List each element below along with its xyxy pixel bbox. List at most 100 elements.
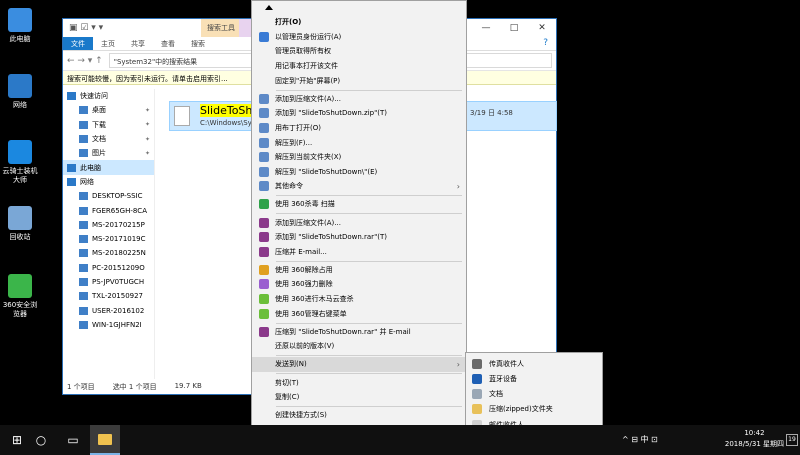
nav-item[interactable]: 图片 ✦ [63,146,154,160]
send-to-item[interactable]: 压缩(zipped)文件夹 [466,402,602,417]
nav-item[interactable]: 文档 ✦ [63,132,154,146]
menu-separator [276,355,462,357]
send-to-item-label: 蓝牙设备 [489,374,517,383]
file-path: C:\Windows\Sy [200,119,252,127]
nav-item[interactable]: MS-20180225N [63,246,154,260]
nav-item[interactable]: TXL-20150927 [63,289,154,303]
clock-time: 10:42 [744,429,765,437]
menu-separator [276,89,462,91]
context-menu-item[interactable]: 打开(O) [252,15,466,30]
context-menu-item[interactable]: 添加到压缩文件(A)... [252,215,466,230]
nav-item[interactable]: 下载 ✦ [63,118,154,132]
nav-item[interactable]: MS-20170215P [63,218,154,232]
tab-file[interactable]: 文件 [63,37,93,50]
nav-arrows-icon[interactable]: ← → ▾ ↑ [67,56,103,66]
close-button[interactable]: ✕ [528,19,556,37]
navigation-pane: 快速访问 桌面 ✦ 下载 ✦ 文档 ✦ 图片 ✦ 此电脑 网络 DESKTOP-SSIC FGER65G… [63,89,155,379]
context-menu-item[interactable]: 使用 360解除占用 [252,263,466,278]
send-to-item[interactable]: 蓝牙设备 [466,371,602,386]
nav-item[interactable]: 快速访问 [63,89,154,103]
context-menu-item[interactable]: 剪切(T) [252,375,466,390]
desktop-app-icon [8,8,32,32]
tab-view[interactable]: 查看 [153,37,183,50]
tab-home[interactable]: 主页 [93,37,123,50]
desktop-icon[interactable]: 网络 [0,74,40,110]
context-menu-item[interactable]: 管理员取得所有权 [252,44,466,59]
context-menu-item[interactable]: 压缩并 E-mail... [252,245,466,260]
nav-item[interactable]: USER-2016102 [63,303,154,317]
context-menu-item[interactable]: 使用 360强力删除 [252,277,466,292]
nav-item-label: USER-2016102 [92,306,145,315]
taskbar-explorer-button[interactable] [90,425,120,455]
context-menu-item[interactable]: 压缩到 "SlideToShutDown.rar" 并 E-mail [252,325,466,340]
tab-search[interactable]: 搜索 [183,37,213,50]
maximize-button[interactable]: □ [500,19,528,37]
pin-icon[interactable]: ✦ [145,107,150,114]
blank-icon [259,61,269,71]
context-menu-item[interactable]: 其他命令 › [252,179,466,194]
nav-item[interactable]: PS-JPV0TUGCH [63,275,154,289]
pin-icon[interactable]: ✦ [145,121,150,128]
system-tray[interactable]: ^ ⊟ 中 ⊡ [622,425,658,455]
context-menu-item[interactable]: 用记事本打开该文件 [252,59,466,74]
context-menu-item[interactable]: 使用 360管理右键菜单 [252,306,466,321]
nav-item[interactable]: PC-20151209O [63,261,154,275]
nav-item[interactable]: 网络 [63,175,154,189]
nav-item-label: 网络 [80,177,94,186]
context-menu-item[interactable]: 解压到当前文件夹(X) [252,150,466,165]
pin-icon[interactable]: ✦ [145,136,150,143]
nav-item[interactable]: WIN-1GJHFN2I [63,318,154,332]
minimize-button[interactable]: — [472,19,500,37]
desktop-icon[interactable]: 此电脑 [0,8,40,44]
context-menu-item[interactable]: 复制(C) [252,390,466,405]
blank-icon [259,378,269,388]
context-menu-item[interactable]: 用布丁打开(O) [252,121,466,136]
clock[interactable]: 10:42 2018/5/31 星期四 [725,428,784,450]
taskbar: ⊞ ○ ▭ ^ ⊟ 中 ⊡ 10:42 2018/5/31 星期四 19 [0,425,800,455]
context-menu-item-label: 使用 360进行木马云查杀 [275,295,354,304]
notification-badge[interactable]: 19 [786,434,798,446]
context-menu-item[interactable]: 添加到 "SlideToShutDown.zip"(T) [252,106,466,121]
desktop-app-icon [8,140,32,164]
context-menu-item[interactable]: 固定到"开始"屏幕(P) [252,73,466,88]
desktop-icon[interactable]: 云骑士装机大师 [0,140,40,185]
task-view-icon[interactable]: ▭ [58,425,88,455]
context-menu-item[interactable]: 使用 360杀毒 扫描 [252,197,466,212]
menu-separator [276,195,462,197]
file-icon [174,106,190,126]
context-menu-item[interactable]: 以管理员身份运行(A) [252,30,466,45]
nav-item[interactable]: DESKTOP-SSIC [63,189,154,203]
tab-share[interactable]: 共享 [123,37,153,50]
menu-separator [276,406,462,407]
send-to-item[interactable]: 文档 [466,387,602,402]
context-menu-item[interactable]: 添加到 "SlideToShutDown.rar"(T) [252,230,466,245]
help-icon[interactable]: ? [535,37,556,50]
context-menu-item[interactable]: 还原以前的版本(V) [252,339,466,354]
context-menu-item-label: 添加到 "SlideToShutDown.rar"(T) [275,233,388,242]
context-menu-item[interactable]: 添加到压缩文件(A)... [252,92,466,107]
nav-item[interactable]: 此电脑 [63,160,154,175]
nav-item[interactable]: 桌面 ✦ [63,103,154,117]
context-menu-item-label: 剪切(T) [275,378,299,387]
nav-item-label: 下载 [92,120,106,129]
search-icon[interactable]: ○ [26,425,56,455]
desktop-icon[interactable]: 回收站 [0,206,40,242]
quick-access-toolbar[interactable]: ▣ ☑ ▾ ▾ [69,23,103,33]
pin-icon[interactable]: ✦ [145,150,150,157]
context-menu-item[interactable]: 解压到(F)... [252,135,466,150]
search-tools-tab[interactable]: 搜索工具 [201,19,241,37]
nav-item-label: TXL-20150927 [92,292,144,301]
send-to-item[interactable]: 传真收件人 [466,356,602,371]
context-menu-item[interactable]: 解压到 "SlideToShutDown\"(E) [252,165,466,180]
context-menu-item[interactable]: 使用 360进行木马云查杀 [252,292,466,307]
desktop-icon[interactable]: 360安全浏览器 [0,274,40,319]
desktop-icon-label: 网络 [13,101,27,109]
context-menu-item[interactable]: 发送到(N) › [252,357,466,372]
blank-icon [259,76,269,86]
context-menu-item[interactable]: 创建快捷方式(S) [252,408,466,423]
context-menu-item-label: 其他命令 [275,182,303,191]
nav-item[interactable]: FGER65GH-8CA [63,203,154,217]
nav-item-icon [79,263,88,272]
nav-item[interactable]: MS-20171019C [63,232,154,246]
scroll-up-icon[interactable] [265,5,273,10]
